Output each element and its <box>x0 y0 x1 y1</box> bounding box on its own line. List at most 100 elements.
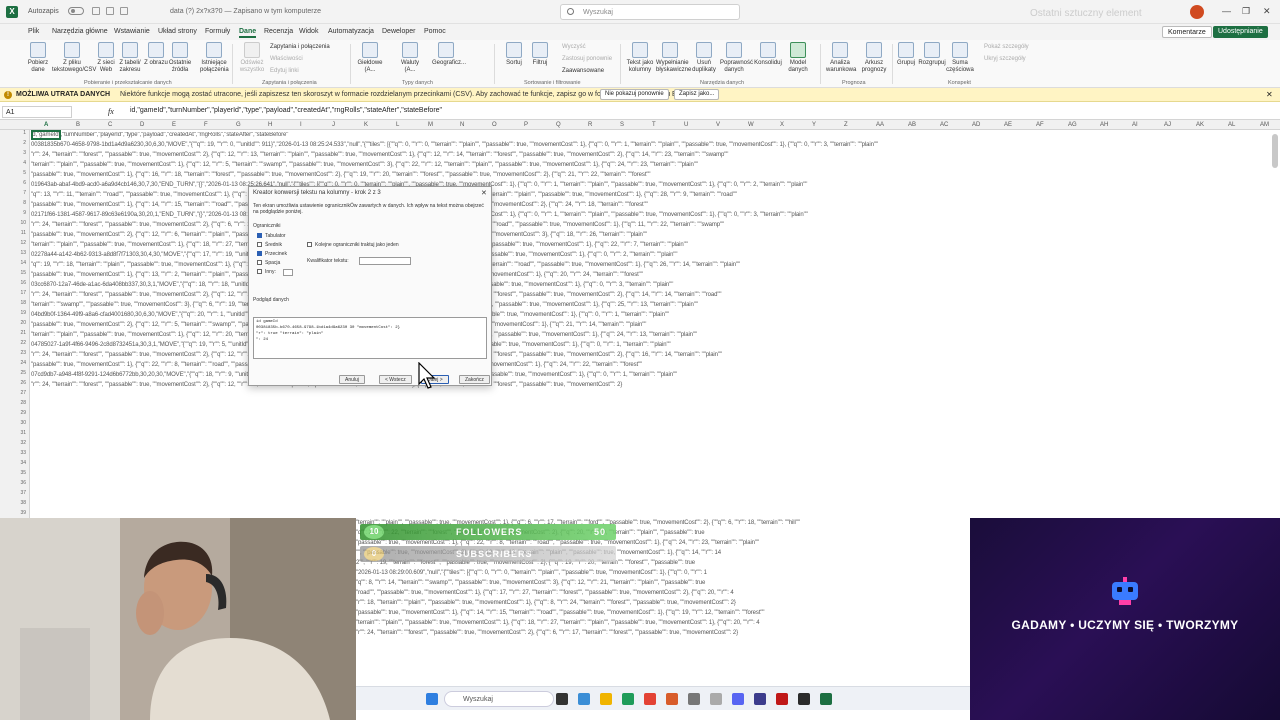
column-header[interactable]: AA <box>876 122 884 128</box>
column-header[interactable]: AD <box>972 122 980 128</box>
column-header[interactable]: W <box>748 122 754 128</box>
tab-review[interactable]: Recenzja <box>264 28 293 35</box>
row-header[interactable]: 11 <box>0 230 26 236</box>
discord-icon[interactable] <box>732 693 744 705</box>
tab-automate[interactable]: Automatyzacja <box>328 28 374 35</box>
column-header[interactable]: R <box>588 122 592 128</box>
column-header[interactable]: A <box>44 122 48 128</box>
save-icon[interactable] <box>92 7 100 15</box>
from-text-csv-button[interactable]: Z pliku tekstowego/CSV <box>52 42 96 74</box>
geography-button[interactable]: Geograficz... <box>432 42 466 67</box>
minimize-button[interactable]: — <box>1222 6 1231 16</box>
column-header[interactable]: AB <box>908 122 916 128</box>
row-header[interactable]: 31 <box>0 430 26 436</box>
vertical-scrollbar[interactable] <box>1272 134 1278 168</box>
column-header[interactable]: M <box>428 122 433 128</box>
fx-icon[interactable]: fx <box>108 107 114 116</box>
recent-sources-button[interactable]: Ostatnie źródła <box>166 42 194 74</box>
column-header[interactable]: AM <box>1260 122 1269 128</box>
row-header[interactable]: 25 <box>0 370 26 376</box>
row-header[interactable]: 1 <box>0 130 26 136</box>
other-checkbox[interactable] <box>257 269 262 274</box>
row-header[interactable]: 30 <box>0 420 26 426</box>
column-header[interactable]: I <box>300 122 302 128</box>
row-header[interactable]: 19 <box>0 310 26 316</box>
row-header[interactable]: 16 <box>0 280 26 286</box>
column-header[interactable]: AG <box>1068 122 1077 128</box>
start-icon[interactable] <box>426 693 438 705</box>
column-header[interactable]: AI <box>1132 122 1138 128</box>
row-header[interactable]: 8 <box>0 200 26 206</box>
row-header[interactable]: 17 <box>0 290 26 296</box>
column-header[interactable]: AF <box>1036 122 1044 128</box>
column-header[interactable]: H <box>268 122 272 128</box>
edge-icon[interactable] <box>578 693 590 705</box>
forecast-sheet-button[interactable]: Arkusz prognozy <box>860 42 888 74</box>
row-header[interactable]: 13 <box>0 250 26 256</box>
row-header[interactable]: 3 <box>0 150 26 156</box>
remove-duplicates-button[interactable]: Usuń duplikaty <box>690 42 718 74</box>
what-if-button[interactable]: Analiza warunkowa <box>826 42 856 74</box>
tab-page-layout[interactable]: Układ strony <box>158 28 197 35</box>
subtotal-button[interactable]: Suma częściowa <box>946 42 974 74</box>
close-infobar-icon[interactable]: ✕ <box>1266 90 1273 99</box>
maximize-button[interactable]: ❐ <box>1242 6 1250 17</box>
comments-button[interactable]: Komentarze <box>1162 26 1212 38</box>
column-header[interactable]: Y <box>812 122 816 128</box>
column-header[interactable]: P <box>524 122 528 128</box>
queries-connections-button[interactable]: Zapytania i połączenia <box>270 44 330 50</box>
save-as-button[interactable]: Zapisz jako... <box>674 89 720 100</box>
refresh-all-button[interactable]: Odśwież wszystko <box>238 42 266 74</box>
row-header[interactable]: 10 <box>0 220 26 226</box>
column-header[interactable]: AC <box>940 122 948 128</box>
row-header[interactable]: 20 <box>0 320 26 326</box>
row-header[interactable]: 27 <box>0 390 26 396</box>
advanced-button[interactable]: Zaawansowane <box>562 68 604 74</box>
column-header[interactable]: V <box>716 122 720 128</box>
row-header[interactable]: 36 <box>0 480 26 486</box>
currencies-button[interactable]: Waluty (A... <box>396 42 424 74</box>
row-header[interactable]: 38 <box>0 500 26 506</box>
row-header[interactable]: 5 <box>0 170 26 176</box>
data-validation-button[interactable]: Poprawność danych <box>720 42 753 74</box>
column-header[interactable]: E <box>172 122 176 128</box>
tab-insert[interactable]: Wstawianie <box>114 28 150 35</box>
from-table-button[interactable]: Z tabeli/ zakresu <box>116 42 144 74</box>
settings-icon[interactable] <box>688 693 700 705</box>
text-qualifier-select[interactable] <box>359 257 411 265</box>
row-header[interactable]: 35 <box>0 470 26 476</box>
row-header[interactable]: 28 <box>0 400 26 406</box>
cells-area[interactable]: id,"gameId","turnNumber","playerId","typ… <box>31 132 1276 518</box>
row-header[interactable]: 22 <box>0 340 26 346</box>
row-header[interactable]: 9 <box>0 210 26 216</box>
show-detail-button[interactable]: Pokaż szczegóły <box>984 44 1029 50</box>
row-header[interactable]: 37 <box>0 490 26 496</box>
clear-button[interactable]: Wyczyść <box>562 44 586 50</box>
task-view-icon[interactable] <box>556 693 568 705</box>
column-header[interactable]: AL <box>1228 122 1235 128</box>
tab-formulas[interactable]: Formuły <box>205 28 230 35</box>
tab-home[interactable]: Narzędzia główne <box>52 28 108 35</box>
tab-checkbox[interactable] <box>257 233 262 238</box>
ungroup-button[interactable]: Rozgrupuj <box>918 42 946 67</box>
store-icon[interactable] <box>622 693 634 705</box>
share-button[interactable]: Udostępnianie <box>1213 26 1268 38</box>
terminal-icon[interactable] <box>798 693 810 705</box>
column-header[interactable]: AH <box>1100 122 1108 128</box>
column-header[interactable]: D <box>140 122 144 128</box>
consolidate-button[interactable]: Konsoliduj <box>754 42 782 67</box>
column-header[interactable]: F <box>204 122 208 128</box>
column-header[interactable]: AE <box>1004 122 1012 128</box>
column-header[interactable]: X <box>780 122 784 128</box>
column-header[interactable]: B <box>76 122 80 128</box>
dont-show-again-button[interactable]: Nie pokazuj ponownie <box>600 89 669 100</box>
teams-icon[interactable] <box>754 693 766 705</box>
flash-fill-button[interactable]: Wypełnianie błyskawiczne <box>656 42 691 74</box>
column-header[interactable]: C <box>108 122 112 128</box>
column-header[interactable]: AJ <box>1164 122 1171 128</box>
column-header[interactable]: J <box>332 122 335 128</box>
row-header[interactable]: 39 <box>0 510 26 516</box>
redo-icon[interactable] <box>120 7 128 15</box>
row-header[interactable]: 24 <box>0 360 26 366</box>
column-header[interactable]: AK <box>1196 122 1204 128</box>
